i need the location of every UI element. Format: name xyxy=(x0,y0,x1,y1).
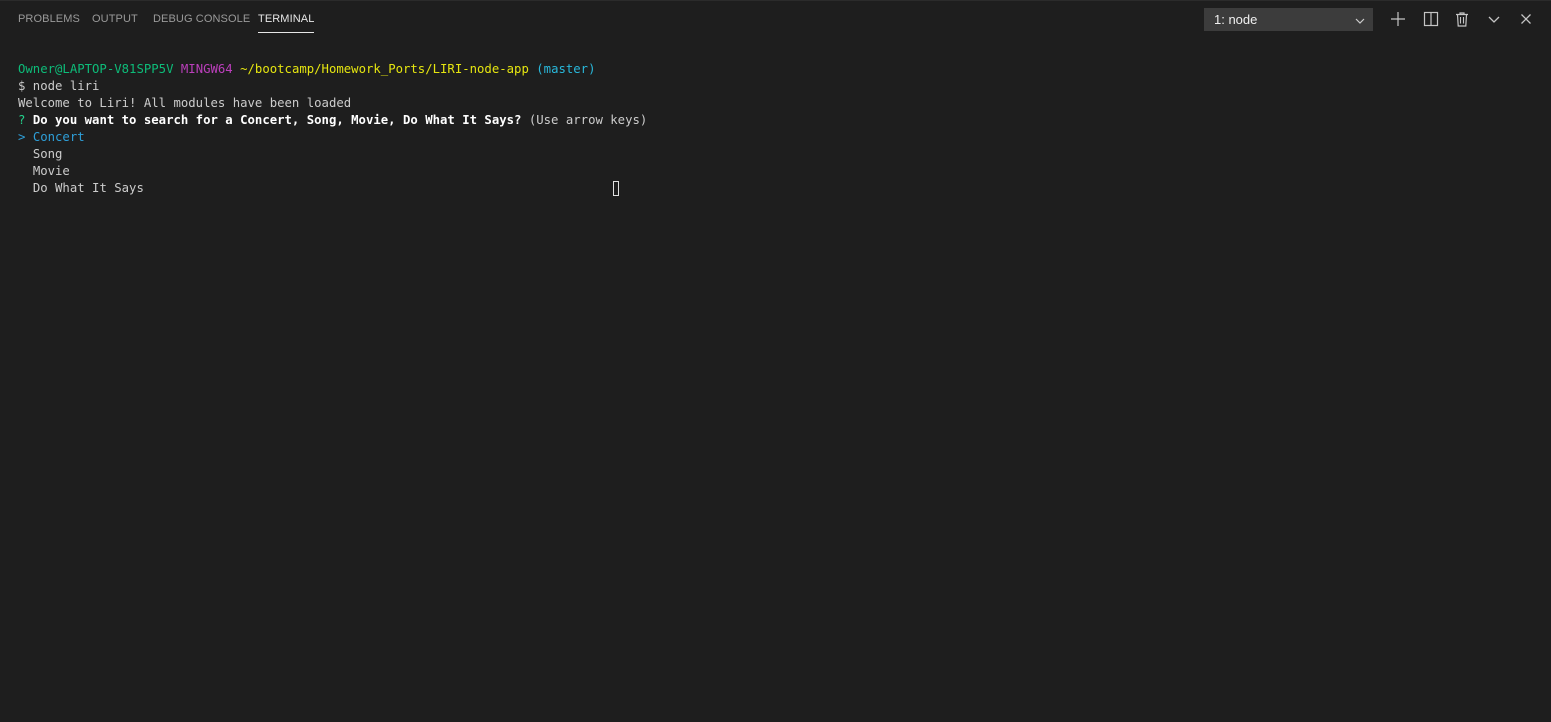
prompt-user-host: Owner@LAPTOP-V81SPP5V xyxy=(18,62,174,76)
new-terminal-button[interactable] xyxy=(1389,10,1407,28)
terminal-output[interactable]: Owner@LAPTOP-V81SPP5V MINGW64 ~/bootcamp… xyxy=(18,61,1551,722)
tab-output[interactable]: OUTPUT xyxy=(92,13,138,25)
option-do-what-it-says[interactable]: Do What It Says xyxy=(18,180,1551,197)
chevron-down-icon xyxy=(1485,10,1503,28)
close-panel-button[interactable] xyxy=(1517,10,1535,28)
plus-icon xyxy=(1389,10,1407,28)
kill-terminal-button[interactable] xyxy=(1453,10,1471,28)
split-terminal-icon xyxy=(1422,10,1440,28)
option-pointer: > xyxy=(18,130,26,144)
terminal-panel: PROBLEMS OUTPUT DEBUG CONSOLE TERMINAL 1… xyxy=(0,0,1551,722)
option-label: Concert xyxy=(32,130,85,144)
option-song[interactable]: Song xyxy=(18,146,1551,163)
close-icon xyxy=(1517,10,1535,28)
terminal-command-line: $ node liri xyxy=(18,79,100,93)
question-marker: ? xyxy=(18,113,26,127)
chevron-down-icon xyxy=(1354,14,1366,26)
option-label: Movie xyxy=(32,164,70,178)
terminal-instance-label: 1: node xyxy=(1214,12,1258,27)
option-concert[interactable]: > Concert xyxy=(18,129,1551,146)
tab-problems[interactable]: PROBLEMS xyxy=(18,13,80,25)
terminal-cursor xyxy=(613,181,619,196)
prompt-path: ~/bootcamp/Homework_Ports/LIRI-node-app xyxy=(240,62,529,76)
prompt-git-branch: (master) xyxy=(536,62,596,76)
terminal-welcome-message: Welcome to Liri! All modules have been l… xyxy=(18,96,352,110)
prompt-shell: MINGW64 xyxy=(180,62,233,76)
question-text: Do you want to search for a Concert, Son… xyxy=(32,113,522,127)
terminal-prompt-line: Owner@LAPTOP-V81SPP5V MINGW64 ~/bootcamp… xyxy=(18,61,1551,78)
maximize-panel-button[interactable] xyxy=(1485,10,1503,28)
tab-terminal[interactable]: TERMINAL xyxy=(258,13,315,33)
option-movie[interactable]: Movie xyxy=(18,163,1551,180)
split-terminal-button[interactable] xyxy=(1422,10,1440,28)
tab-debug-console[interactable]: DEBUG CONSOLE xyxy=(153,13,250,25)
option-label: Song xyxy=(32,147,63,161)
terminal-question-line: ? Do you want to search for a Concert, S… xyxy=(18,112,1551,129)
trash-icon xyxy=(1453,10,1471,28)
terminal-instance-select[interactable]: 1: node xyxy=(1204,8,1373,31)
panel-tab-bar: PROBLEMS OUTPUT DEBUG CONSOLE TERMINAL 1… xyxy=(0,1,1551,37)
question-hint: (Use arrow keys) xyxy=(528,113,648,127)
option-label: Do What It Says xyxy=(32,181,144,195)
